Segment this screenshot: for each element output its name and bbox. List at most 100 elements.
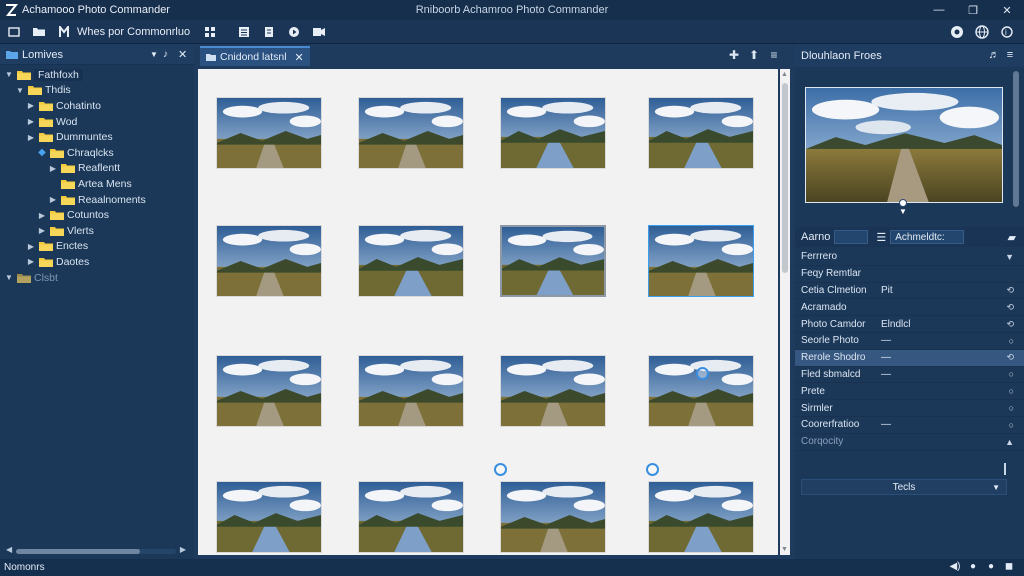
window-icon[interactable]: [3, 22, 25, 42]
metadata-action-icon[interactable]: ▼: [1005, 252, 1014, 262]
expand-arrow-icon[interactable]: ▼: [4, 273, 14, 282]
rotate-handle-icon[interactable]: [696, 367, 709, 380]
metadata-action-icon[interactable]: ⟲: [1006, 319, 1014, 330]
pin-icon[interactable]: ⬆: [744, 48, 764, 62]
metadata-row[interactable]: Sirmler ○: [795, 400, 1024, 417]
preview-image[interactable]: [805, 87, 1003, 203]
menu-icon[interactable]: ≡: [764, 48, 784, 62]
collapse-arrow-icon[interactable]: ▶: [26, 101, 36, 110]
photo-thumbnail[interactable]: [358, 225, 464, 297]
collapse-arrow-icon[interactable]: ▶: [26, 117, 36, 126]
tree-item[interactable]: ▶ Enctes: [0, 239, 194, 255]
tree-item[interactable]: ▶ Reaflentt: [0, 161, 194, 177]
tab-browser[interactable]: Cnidond latsnl ✕: [200, 46, 310, 66]
minimize-button[interactable]: —: [922, 0, 956, 20]
menu-icon[interactable]: ≡: [1002, 49, 1018, 61]
metadata-action-icon[interactable]: ⟲: [1006, 302, 1014, 313]
scroll-down-arrow-icon[interactable]: ▼: [781, 546, 788, 553]
vertical-scrollbar[interactable]: ▲ ▼: [780, 69, 790, 555]
tree-item[interactable]: ▶ Daotes: [0, 254, 194, 270]
dropdown-arrow-icon[interactable]: ▼: [150, 50, 158, 59]
volume-icon[interactable]: ◀): [946, 561, 964, 572]
metadata-row[interactable]: Ferrrero ▼: [795, 249, 1024, 266]
photo-thumbnail[interactable]: [648, 97, 754, 169]
share-icon[interactable]: [308, 22, 330, 42]
zoom-out-icon[interactable]: ●: [964, 561, 982, 572]
add-icon[interactable]: ✚: [724, 48, 744, 62]
zoom-in-icon[interactable]: ●: [982, 561, 1000, 572]
tree-item[interactable]: ◆ Chraqlcks: [0, 145, 194, 161]
metadata-action-icon[interactable]: ○: [1009, 336, 1014, 346]
open-folder-icon[interactable]: ▰: [1008, 231, 1016, 244]
scroll-up-arrow-icon[interactable]: ▲: [781, 71, 788, 78]
document-icon[interactable]: [258, 22, 280, 42]
maximize-button[interactable]: ❐: [956, 0, 990, 20]
rotate-handle-icon[interactable]: [494, 463, 507, 476]
metadata-action-icon[interactable]: ○: [1009, 386, 1014, 396]
photo-thumbnail[interactable]: [648, 225, 754, 297]
metadata-action-icon[interactable]: ○: [1009, 403, 1014, 413]
collapse-arrow-icon[interactable]: ◆: [37, 147, 47, 158]
folder-icon[interactable]: [28, 22, 50, 42]
tree-item[interactable]: Artea Mens: [0, 176, 194, 192]
collapse-arrow-icon[interactable]: ▶: [26, 133, 36, 142]
photo-thumbnail[interactable]: [500, 481, 606, 553]
metadata-row[interactable]: Photo Camdor Elndlcl ⟲: [795, 316, 1024, 333]
tree-item[interactable]: ▶ Reaalnoments: [0, 192, 194, 208]
scroll-right-arrow-icon[interactable]: ▶: [180, 545, 186, 554]
collapse-arrow-icon[interactable]: ▶: [37, 211, 47, 220]
tree-item[interactable]: ▶ Wod: [0, 114, 194, 130]
photo-thumbnail[interactable]: [216, 481, 322, 553]
photo-thumbnail[interactable]: [648, 481, 754, 553]
tree-item[interactable]: ▶ Cohatinto: [0, 98, 194, 114]
collapse-arrow-icon[interactable]: ▶: [26, 242, 36, 251]
tools-dropdown[interactable]: Tecls ▼: [801, 479, 1007, 495]
scroll-left-arrow-icon[interactable]: ◀: [6, 545, 12, 554]
rotate-handle-icon[interactable]: [646, 463, 659, 476]
tree-item[interactable]: ▶ Vlerts: [0, 223, 194, 239]
preview-handle[interactable]: [899, 199, 907, 207]
close-panel-icon[interactable]: ✕: [178, 48, 187, 61]
photo-thumbnail[interactable]: [500, 225, 606, 297]
metadata-row[interactable]: Rerole Shodro — ⟲: [795, 349, 1024, 367]
photo-thumbnail[interactable]: [648, 355, 754, 427]
photo-thumbnail[interactable]: [216, 97, 322, 169]
photo-thumbnail[interactable]: [500, 97, 606, 169]
help-icon[interactable]: i: [996, 22, 1018, 42]
photo-thumbnail[interactable]: [216, 355, 322, 427]
tree-item[interactable]: ▶ Cotuntos: [0, 207, 194, 223]
tree-item[interactable]: ▼ Fathfoxh: [0, 67, 194, 83]
slideshow-icon[interactable]: [283, 22, 305, 42]
metadata-row[interactable]: Corqocity ▲: [795, 434, 1024, 451]
expand-arrow-icon[interactable]: ▼: [4, 70, 14, 79]
metadata-action-icon[interactable]: ⟲: [1006, 285, 1014, 296]
music-note-icon[interactable]: ♬: [986, 49, 1002, 61]
metadata-action-icon[interactable]: ⟲: [1006, 352, 1014, 363]
expand-arrow-icon[interactable]: ▼: [15, 86, 25, 95]
edit-icon[interactable]: [53, 22, 75, 42]
tree-item[interactable]: ▶ Dummuntes: [0, 129, 194, 145]
tree-item[interactable]: ▼ Clsbt: [0, 270, 194, 286]
toolbar-menu-label[interactable]: Whes por Commonrluo: [77, 26, 190, 38]
tab-close-icon[interactable]: ✕: [295, 51, 304, 64]
settings-icon[interactable]: [946, 22, 968, 42]
grid-icon[interactable]: [199, 22, 221, 42]
preview-collapse-icon[interactable]: ▼: [899, 207, 907, 216]
metadata-set-dropdown[interactable]: Achmeldtc:: [890, 230, 965, 244]
photo-thumbnail[interactable]: [216, 225, 322, 297]
horizontal-scrollbar[interactable]: ◀ ▶: [6, 545, 186, 555]
metadata-row[interactable]: Seorle Photo — ○: [795, 333, 1024, 350]
metadata-action-icon[interactable]: ○: [1009, 369, 1014, 379]
photo-thumbnail[interactable]: [358, 97, 464, 169]
list-icon[interactable]: [233, 22, 255, 42]
metadata-action-icon[interactable]: ○: [1009, 420, 1014, 430]
globe-icon[interactable]: [971, 22, 993, 42]
photo-thumbnail[interactable]: [358, 355, 464, 427]
collapse-arrow-icon[interactable]: ▶: [48, 195, 58, 204]
photo-thumbnail[interactable]: [358, 481, 464, 553]
metadata-row[interactable]: Fled sbmalcd — ○: [795, 367, 1024, 384]
metadata-filter-dropdown[interactable]: [834, 230, 869, 244]
metadata-row[interactable]: Cetia Clmetion Pit ⟲: [795, 283, 1024, 300]
collapse-arrow-icon[interactable]: ▶: [26, 257, 36, 266]
list-view-icon[interactable]: ☰: [876, 231, 886, 244]
